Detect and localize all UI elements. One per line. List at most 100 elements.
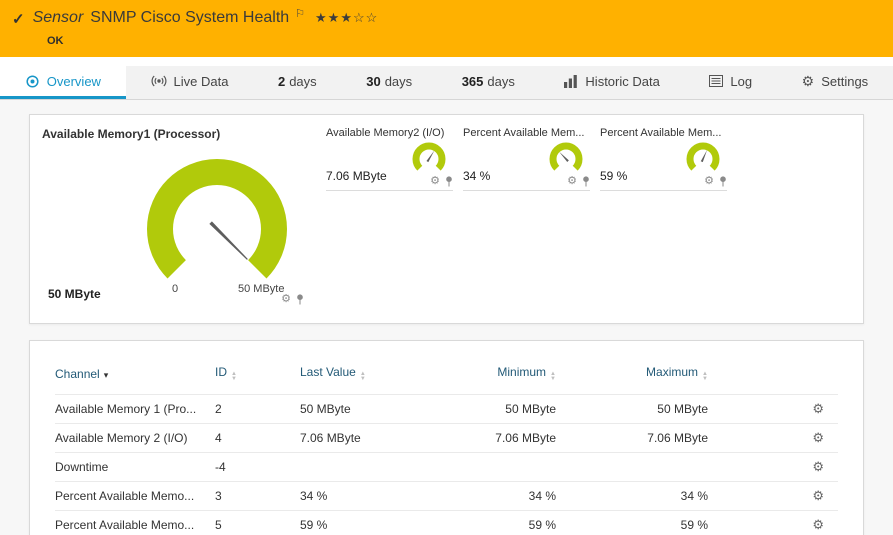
channel-settings-icon[interactable]: ⚙	[812, 488, 824, 503]
target-icon	[25, 74, 40, 89]
cell-minimum: 7.06 MByte	[440, 424, 560, 453]
small-gauges: Available Memory2 (I/O) 7.06 MByte ⚙	[326, 127, 737, 311]
cell-channel: Percent Available Memo...	[55, 482, 215, 511]
cell-minimum: 34 %	[440, 482, 560, 511]
tab-label: Live Data	[174, 74, 229, 89]
gauge-scale-max: 50 MByte	[238, 283, 284, 295]
sort-icon: ▲▼	[231, 372, 237, 382]
tab-unit: days	[385, 74, 412, 89]
col-header-maximum[interactable]: Maximum▲▼	[560, 361, 712, 395]
sort-icon: ▲▼	[702, 372, 708, 382]
cell-channel: Available Memory 1 (Pro...	[55, 395, 215, 424]
channel-settings-icon[interactable]: ⚙	[812, 430, 824, 445]
cell-id: 5	[215, 511, 300, 535]
cell-maximum	[560, 453, 712, 482]
status-badge: OK	[47, 35, 883, 47]
tab-2-days[interactable]: 2 days	[253, 66, 341, 99]
page-title: SNMP Cisco System Health	[90, 9, 289, 27]
priority-rating[interactable]: ★★★☆☆	[315, 10, 378, 26]
channel-settings-icon[interactable]: ⚙	[812, 401, 824, 416]
small-gauge	[679, 139, 727, 176]
tab-unit: days	[289, 74, 316, 89]
cell-last-value: 59 %	[300, 511, 440, 535]
gauge-scale-min: 0	[172, 283, 178, 295]
gauge-title: Available Memory2 (I/O)	[326, 127, 453, 139]
channels-panel: Channel▾ ID▲▼ Last Value▲▼ Minimum▲▼ Max…	[29, 340, 864, 535]
pin-icon[interactable]	[719, 176, 727, 187]
table-row: Percent Available Memo... 3 34 % 34 % 34…	[55, 482, 838, 511]
tab-overview[interactable]: Overview	[0, 66, 126, 99]
table-row: Downtime -4 ⚙	[55, 453, 838, 482]
cell-id: 3	[215, 482, 300, 511]
table-row: Available Memory 1 (Pro... 2 50 MByte 50…	[55, 395, 838, 424]
gauge-title: Percent Available Mem...	[463, 127, 590, 139]
cell-channel: Downtime	[55, 453, 215, 482]
col-header-last-value[interactable]: Last Value▲▼	[300, 361, 440, 395]
tab-30-days[interactable]: 30 days	[341, 66, 436, 99]
tab-number: 30	[366, 74, 380, 89]
tab-historic-data[interactable]: Historic Data	[540, 66, 685, 99]
sort-icon: ▲▼	[360, 372, 366, 382]
flag-icon[interactable]: ⚐	[295, 7, 305, 20]
cell-id: -4	[215, 453, 300, 482]
sensor-type-label: Sensor	[33, 9, 84, 27]
stars-filled: ★★★	[315, 10, 353, 25]
cell-maximum: 7.06 MByte	[560, 424, 712, 453]
col-header-id[interactable]: ID▲▼	[215, 361, 300, 395]
tab-bar: Overview Live Data 2days 30days 365days …	[0, 66, 893, 100]
gear-icon[interactable]: ⚙	[704, 176, 714, 187]
sort-icon: ▲▼	[550, 372, 556, 382]
tab-number: 2	[278, 74, 285, 89]
pin-icon[interactable]	[582, 176, 590, 187]
table-header-row: Channel▾ ID▲▼ Last Value▲▼ Minimum▲▼ Max…	[55, 361, 838, 395]
content-area: Available Memory1 (Processor) 50 MByte 0…	[0, 100, 893, 535]
gear-icon[interactable]: ⚙	[567, 176, 577, 187]
tab-label: Historic Data	[585, 74, 659, 89]
channel-settings-icon[interactable]: ⚙	[812, 517, 824, 532]
cell-maximum: 50 MByte	[560, 395, 712, 424]
cell-last-value: 34 %	[300, 482, 440, 511]
gear-icon[interactable]: ⚙	[281, 294, 291, 305]
primary-gauge	[137, 153, 297, 295]
cell-channel: Percent Available Memo...	[55, 511, 215, 535]
col-header-minimum[interactable]: Minimum▲▼	[440, 361, 560, 395]
cell-minimum	[440, 453, 560, 482]
tab-label: Log	[730, 74, 752, 89]
gear-icon[interactable]: ⚙	[430, 176, 440, 187]
bar-chart-icon	[564, 75, 578, 88]
col-header-settings	[712, 361, 838, 395]
cell-minimum: 50 MByte	[440, 395, 560, 424]
small-gauge	[542, 139, 590, 176]
status-check-icon: ✓	[12, 10, 25, 28]
gauge-value: 59 %	[600, 169, 627, 183]
cell-maximum: 59 %	[560, 511, 712, 535]
tab-settings[interactable]: ⚙ Settings	[777, 66, 893, 99]
tab-unit: days	[487, 74, 514, 89]
gauge-value: 34 %	[463, 169, 490, 183]
tab-365-days[interactable]: 365days	[437, 66, 540, 99]
channels-table: Channel▾ ID▲▼ Last Value▲▼ Minimum▲▼ Max…	[55, 361, 838, 535]
gauge-title: Available Memory1 (Processor)	[42, 127, 314, 141]
broadcast-icon	[151, 74, 167, 88]
small-gauge-tile: Available Memory2 (I/O) 7.06 MByte ⚙	[326, 127, 463, 191]
tab-live-data[interactable]: Live Data	[126, 66, 253, 99]
channel-settings-icon[interactable]: ⚙	[812, 459, 824, 474]
table-row: Available Memory 2 (I/O) 4 7.06 MByte 7.…	[55, 424, 838, 453]
tab-number: 365	[462, 74, 484, 89]
gauge-value: 50 MByte	[48, 287, 101, 301]
sort-desc-icon: ▾	[104, 370, 109, 380]
cell-maximum: 34 %	[560, 482, 712, 511]
cell-id: 2	[215, 395, 300, 424]
gauge-value: 7.06 MByte	[326, 169, 387, 183]
col-header-channel[interactable]: Channel▾	[55, 361, 215, 395]
log-icon	[709, 75, 723, 87]
cell-last-value	[300, 453, 440, 482]
pin-icon[interactable]	[445, 176, 453, 187]
small-gauge-tile: Percent Available Mem... 59 % ⚙	[600, 127, 737, 191]
tab-log[interactable]: Log	[685, 66, 777, 99]
gauge-title: Percent Available Mem...	[600, 127, 727, 139]
pin-icon[interactable]	[296, 294, 304, 305]
cell-last-value: 50 MByte	[300, 395, 440, 424]
small-gauge	[405, 139, 453, 176]
cell-channel: Available Memory 2 (I/O)	[55, 424, 215, 453]
